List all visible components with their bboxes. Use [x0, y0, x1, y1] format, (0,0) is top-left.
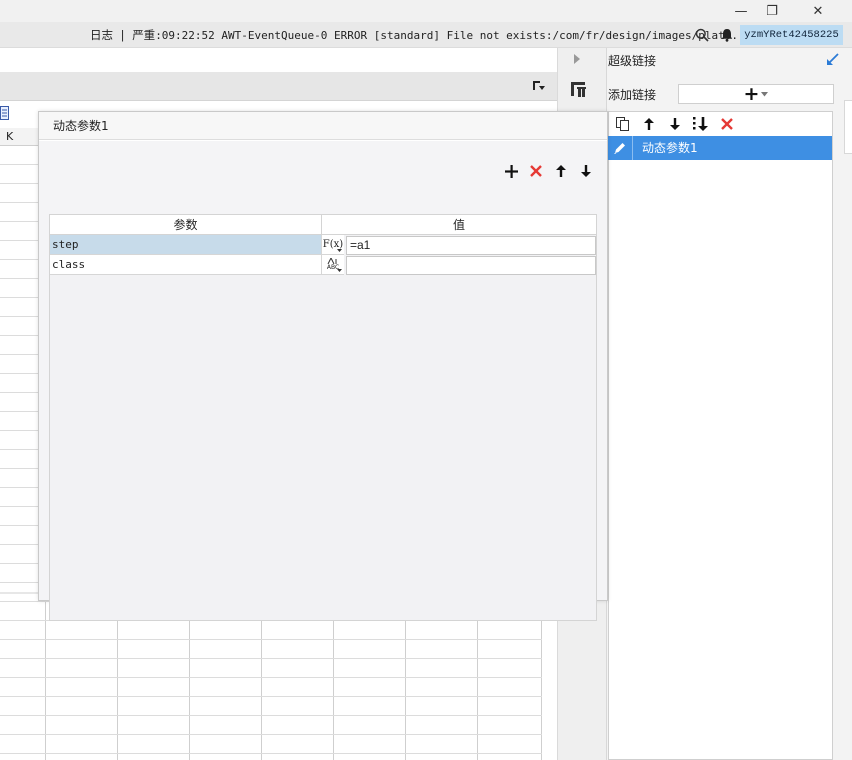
log-label: 日志: [90, 28, 113, 42]
sort-icon: [693, 117, 708, 131]
copy-icon: [616, 117, 629, 131]
panel-collapse-button[interactable]: [825, 52, 839, 66]
param-type-button[interactable]: F(x): [322, 235, 344, 255]
chevron-right-icon: [574, 54, 580, 64]
toolbar-menu-button[interactable]: [531, 78, 547, 94]
delete-icon: [721, 118, 733, 130]
restore-button[interactable]: ❐: [749, 0, 795, 22]
chevron-down-icon: [337, 269, 342, 272]
arrow-collapse-icon: [826, 52, 839, 65]
log-separator: |: [120, 28, 125, 42]
add-link-dropdown[interactable]: +: [678, 84, 834, 104]
param-value-input[interactable]: [346, 256, 596, 275]
arrow-down-icon: [670, 118, 680, 130]
column-label: K: [6, 130, 14, 143]
param-name-cell[interactable]: class: [50, 255, 322, 275]
pencil-icon: [614, 143, 625, 154]
edit-link-button[interactable]: [608, 136, 633, 160]
delete-param-button[interactable]: [526, 161, 546, 181]
add-param-button[interactable]: [501, 161, 521, 181]
arrow-up-icon: [556, 165, 566, 177]
log-detail: :09:22:52 AWT-EventQueue-0 ERROR [standa…: [155, 29, 745, 42]
restore-icon: ❐: [766, 3, 778, 19]
list-icon: [0, 106, 9, 120]
user-account-chip[interactable]: yzmYRet42458225: [740, 25, 843, 45]
dialog-title: 动态参数1: [39, 112, 607, 140]
panel-title: 超级链接: [608, 54, 657, 68]
panel-edge-tab: [844, 100, 852, 154]
bell-icon: [721, 29, 733, 42]
type-label: F(x): [322, 238, 344, 250]
app-window: — ❐ ✕ 日志 | 严重:09:22:52 AWT-EventQueue-0 …: [0, 0, 852, 760]
header-value[interactable]: 值: [322, 215, 596, 235]
close-icon: ✕: [812, 3, 824, 19]
sheet-list-button[interactable]: [0, 104, 10, 124]
add-link-label: 添加链接: [608, 88, 657, 102]
delete-link-button[interactable]: [717, 114, 737, 134]
dialog-body: 参数 值 step F(x) =a1 class ABC: [39, 141, 607, 621]
param-table: 参数 值 step F(x) =a1 class ABC: [49, 214, 597, 621]
copy-link-button[interactable]: [613, 114, 633, 134]
collapse-dock-button[interactable]: [571, 52, 583, 66]
delete-icon: [530, 165, 542, 177]
log-message[interactable]: 日志 | 严重:09:22:52 AWT-EventQueue-0 ERROR …: [90, 22, 745, 48]
list-item-label: 动态参数1: [642, 141, 698, 155]
hyperlink-list: [608, 111, 833, 760]
list-item[interactable]: 动态参数1: [608, 136, 832, 160]
move-up-link-button[interactable]: [639, 114, 659, 134]
close-window-button[interactable]: ✕: [795, 0, 841, 22]
chevron-down-icon: [761, 91, 769, 96]
window-titlebar: — ❐ ✕: [0, 0, 852, 22]
search-button[interactable]: [693, 26, 711, 44]
plus-icon: [504, 164, 518, 178]
sort-links-button[interactable]: [691, 114, 711, 134]
param-type-button[interactable]: ABC: [322, 255, 344, 275]
header-param[interactable]: 参数: [50, 215, 322, 235]
dock-hyperlink-button[interactable]: [567, 78, 589, 100]
move-up-param-button[interactable]: [551, 161, 571, 181]
log-severity: 严重: [132, 28, 156, 42]
move-down-link-button[interactable]: [665, 114, 685, 134]
table-row[interactable]: step F(x) =a1: [50, 235, 596, 255]
table-row[interactable]: class ABC: [50, 255, 596, 275]
move-down-param-button[interactable]: [576, 161, 596, 181]
arrow-up-icon: [644, 118, 654, 130]
plus-icon: +: [743, 83, 760, 105]
hyperlink-panel-icon: [571, 82, 586, 97]
param-name-cell[interactable]: step: [50, 235, 322, 255]
search-icon: [695, 28, 709, 42]
column-header-k[interactable]: K: [0, 128, 38, 146]
dropdown-menu-icon: [533, 81, 545, 90]
designer-toolbar: [0, 72, 557, 101]
chevron-down-icon: [337, 249, 342, 252]
dynamic-param-dialog: 动态参数1 参数 值 step F(x) =a1 class ABC: [38, 111, 608, 621]
param-value-input[interactable]: =a1: [346, 236, 596, 255]
notification-button[interactable]: [718, 26, 736, 44]
log-bar: 日志 | 严重:09:22:52 AWT-EventQueue-0 ERROR …: [0, 22, 852, 48]
arrow-down-icon: [581, 165, 591, 177]
minimize-icon: —: [734, 3, 748, 19]
